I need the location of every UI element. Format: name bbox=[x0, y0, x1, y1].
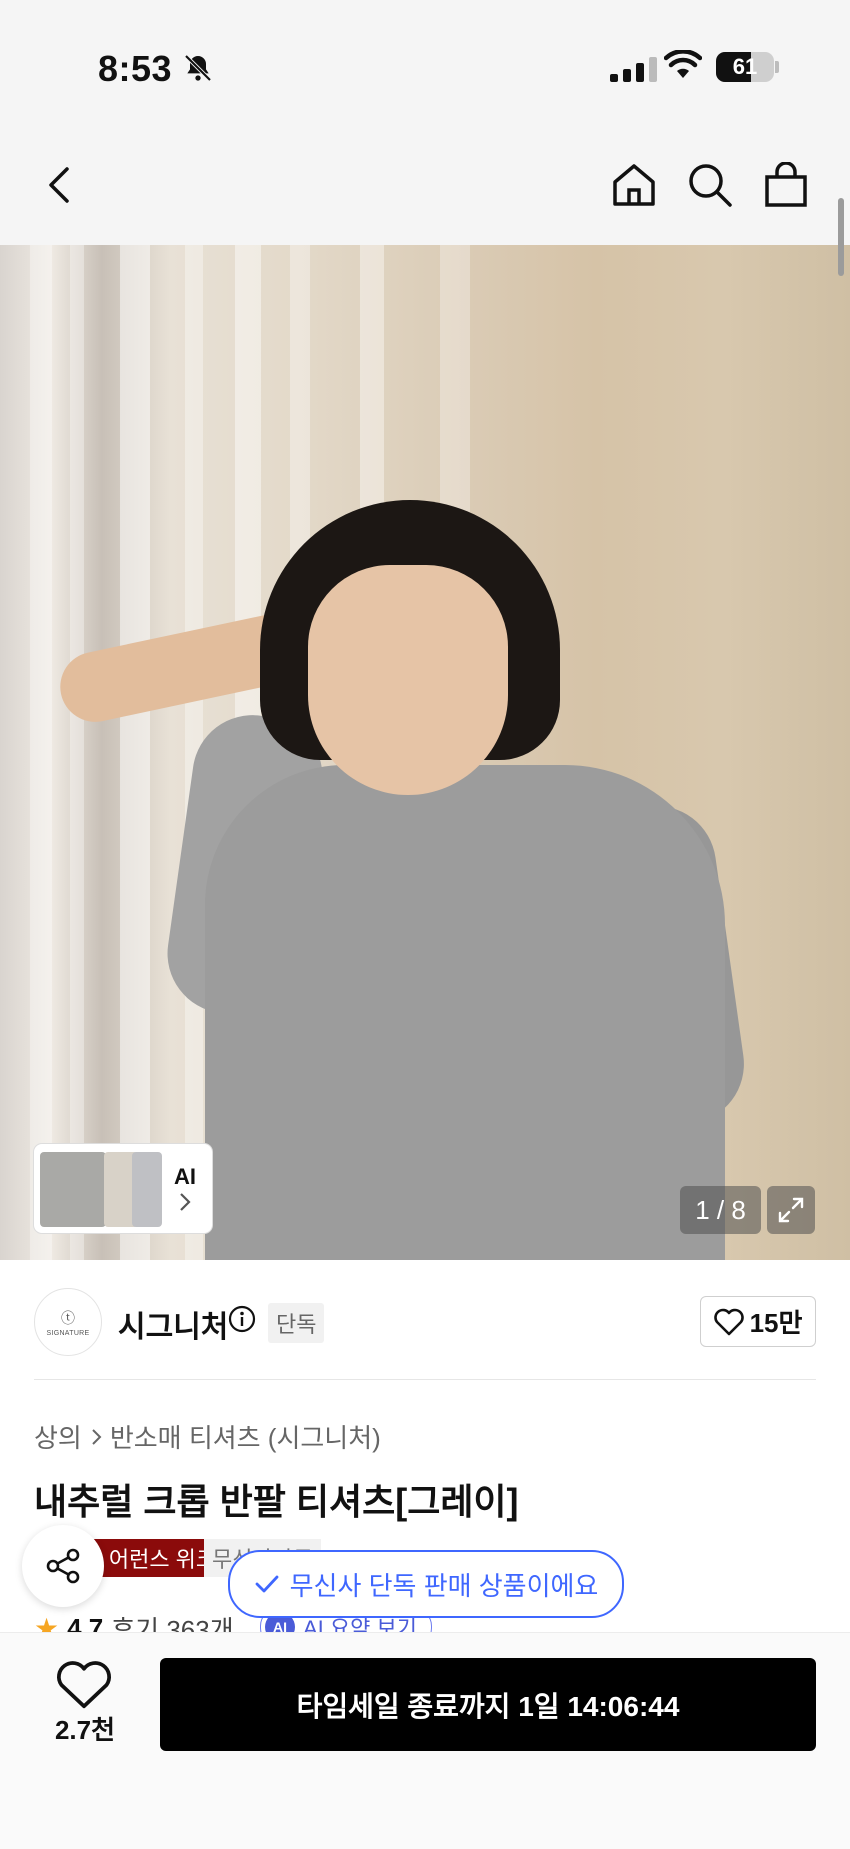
info-icon[interactable] bbox=[228, 1305, 256, 1338]
scroll-indicator bbox=[838, 198, 844, 276]
back-button[interactable] bbox=[30, 155, 90, 215]
breadcrumb: 상의 반소매 티셔츠 (시그니처) bbox=[34, 1418, 381, 1455]
exclusive-tag: 단독 bbox=[268, 1303, 325, 1343]
time-sale-buy-button[interactable]: 타임세일 종료까지 1일 14:06:44 bbox=[160, 1658, 816, 1751]
ai-style-recommendation[interactable]: AI bbox=[34, 1144, 212, 1233]
brand-logo-mark: ⓣ bbox=[61, 1309, 75, 1326]
brand-name[interactable]: 시그니처 bbox=[118, 1302, 228, 1346]
ai-label: AI bbox=[174, 1164, 196, 1189]
share-icon bbox=[46, 1548, 80, 1584]
expand-button[interactable] bbox=[767, 1186, 815, 1234]
signal-icon bbox=[610, 56, 657, 82]
brand-like-button[interactable]: 15만 bbox=[700, 1296, 816, 1347]
exclusive-toast: 무신사 단독 판매 상품이에요 bbox=[228, 1550, 624, 1618]
battery-indicator: 61 bbox=[716, 52, 774, 82]
expand-icon bbox=[778, 1197, 804, 1223]
product-image[interactable] bbox=[0, 245, 850, 1260]
toast-text: 무신사 단독 판매 상품이에요 bbox=[289, 1570, 599, 1601]
breadcrumb-level-1[interactable]: 상의 bbox=[34, 1418, 82, 1455]
image-counter: 1 / 8 bbox=[680, 1186, 761, 1234]
battery-nub bbox=[775, 61, 779, 73]
chevron-left-icon bbox=[49, 167, 69, 203]
battery-percent: 61 bbox=[732, 54, 758, 79]
product-title: 내추럴 크롭 반팔 티셔츠[그레이] bbox=[34, 1481, 519, 1522]
heart-icon bbox=[713, 1308, 744, 1335]
home-button[interactable] bbox=[604, 155, 664, 215]
search-icon bbox=[689, 164, 732, 207]
thumbnail-1 bbox=[40, 1152, 106, 1227]
silent-bell-icon bbox=[182, 52, 214, 89]
home-icon bbox=[613, 164, 655, 206]
divider bbox=[34, 1379, 816, 1380]
breadcrumb-level-2[interactable]: 반소매 티셔츠 (시그니처) bbox=[110, 1418, 381, 1455]
cart-button[interactable] bbox=[756, 155, 816, 215]
status-time: 8:53 bbox=[98, 48, 173, 89]
heart-icon bbox=[57, 1661, 111, 1709]
wishlist-button[interactable] bbox=[54, 1660, 114, 1715]
check-icon bbox=[255, 1575, 279, 1593]
wifi-icon bbox=[663, 49, 703, 85]
search-button[interactable] bbox=[680, 155, 740, 215]
brand-logo-text: SIGNATURE bbox=[46, 1329, 90, 1337]
thumbnail-3 bbox=[132, 1152, 162, 1227]
brand-like-count: 15만 bbox=[749, 1308, 803, 1338]
chevron-right-icon bbox=[92, 1428, 102, 1445]
brand-logo[interactable]: ⓣ SIGNATURE bbox=[34, 1288, 102, 1356]
wishlist-count: 2.7천 bbox=[54, 1715, 116, 1745]
shopping-bag-icon bbox=[765, 162, 807, 207]
chevron-right-icon bbox=[180, 1193, 191, 1211]
share-button[interactable] bbox=[22, 1525, 104, 1607]
